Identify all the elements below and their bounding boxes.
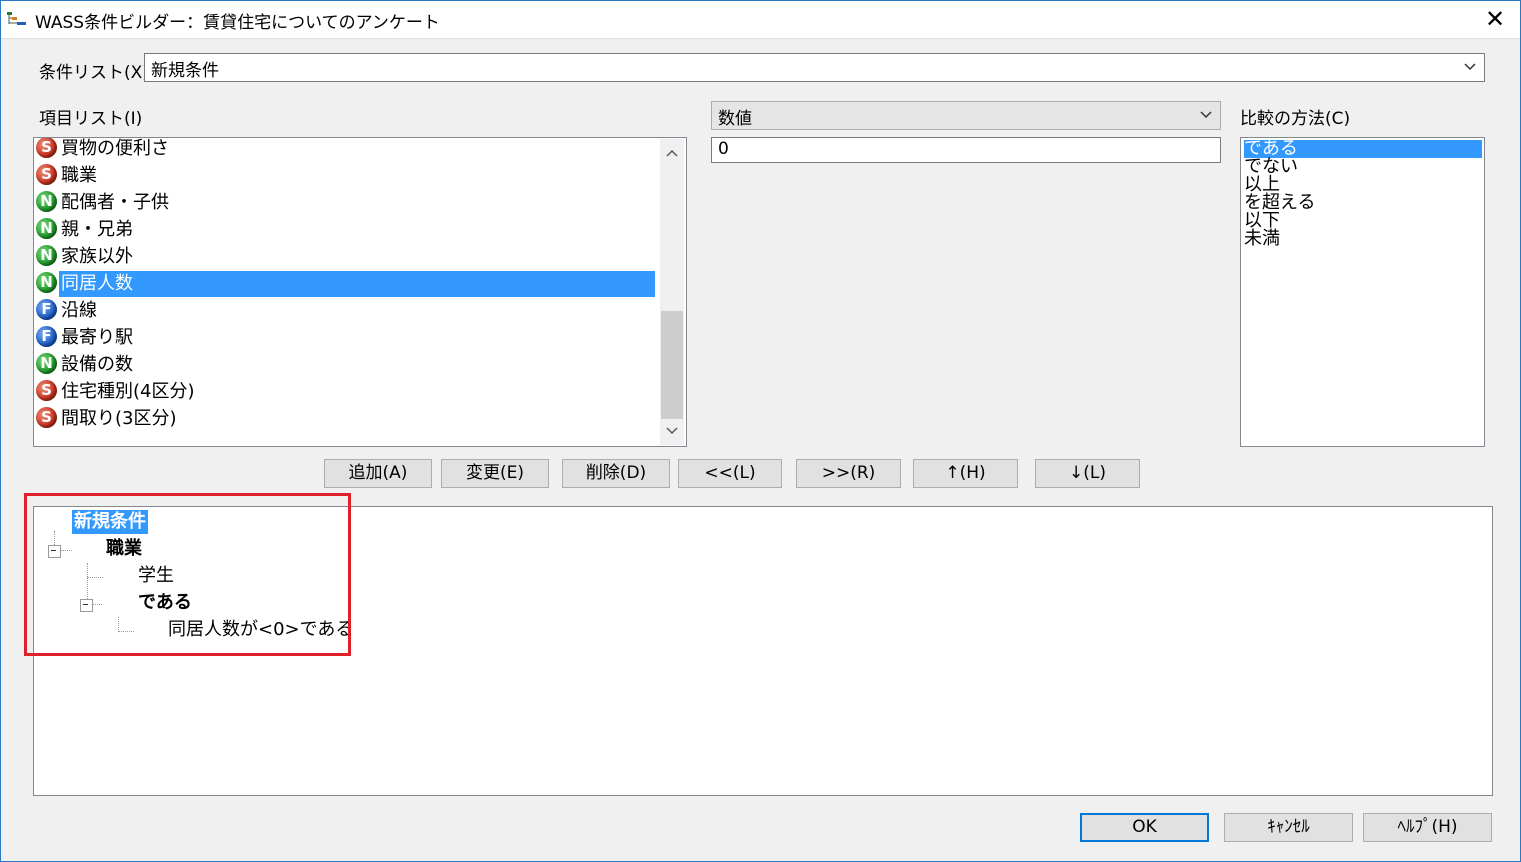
scroll-thumb[interactable]	[661, 311, 683, 419]
cancel-button[interactable]: ｷｬﾝｾﾙ	[1224, 813, 1353, 842]
list-item[interactable]: S 職業	[36, 163, 97, 190]
window-title: WASS条件ビルダー：賃貸住宅についてのアンケート	[35, 13, 440, 33]
list-item-label: 同居人数	[59, 271, 655, 297]
type-n-icon: N	[36, 191, 57, 212]
comparison-label: 比較の方法(C)	[1240, 109, 1351, 129]
comparison-list[interactable]: である でない 以上 を超える 以下 未満	[1240, 137, 1485, 447]
list-item-label: 住宅種別(4区分)	[61, 381, 195, 402]
list-item[interactable]: S 住宅種別(4区分)	[36, 379, 195, 406]
condition-list-combo[interactable]: 新規条件	[144, 53, 1485, 82]
title-bar: WASS条件ビルダー：賃貸住宅についてのアンケート ✕	[0, 0, 1521, 39]
condition-list-label: 条件リスト(X)	[39, 63, 149, 83]
highlight-box	[24, 493, 351, 656]
type-n-icon: N	[36, 245, 57, 266]
list-item[interactable]: N 親・兄弟	[36, 217, 133, 244]
chevron-down-icon	[1464, 63, 1476, 71]
close-icon[interactable]: ✕	[1478, 4, 1512, 34]
help-button[interactable]: ﾍﾙﾌﾟ(H)	[1363, 813, 1492, 842]
ok-button[interactable]: OK	[1080, 813, 1209, 842]
type-f-icon: F	[36, 326, 57, 347]
item-list[interactable]: S 買物の便利さ S 職業 N 配偶者・子供 N 親・兄弟 N 家族以外 N 同居人数 F 沿線 F 最寄り駅…	[33, 137, 687, 447]
type-s-icon: S	[36, 407, 57, 428]
list-item-label: 最寄り駅	[61, 327, 133, 348]
add-button[interactable]: 追加(A)	[324, 459, 432, 488]
move-down-button[interactable]: ↓(L)	[1035, 459, 1140, 488]
list-item-label: 配偶者・子供	[61, 192, 169, 213]
left-button[interactable]: <<(L)	[678, 459, 782, 488]
value-type-value: 数値	[718, 109, 752, 129]
scroll-up-icon[interactable]	[664, 145, 680, 161]
list-item[interactable]: N 設備の数	[36, 352, 133, 379]
list-item-label: 間取り(3区分)	[61, 408, 177, 429]
list-item-label: 沿線	[61, 300, 97, 321]
type-s-icon: S	[36, 138, 57, 158]
type-n-icon: N	[36, 353, 57, 374]
value-input[interactable]: 0	[711, 137, 1221, 163]
condition-list-value: 新規条件	[151, 61, 219, 81]
chevron-down-icon	[1200, 111, 1212, 119]
right-button[interactable]: >>(R)	[796, 459, 901, 488]
change-button[interactable]: 変更(E)	[441, 459, 549, 488]
item-list-label: 項目リスト(I)	[39, 109, 143, 129]
scroll-down-icon[interactable]	[664, 423, 680, 439]
list-item-label: 職業	[61, 165, 97, 186]
list-item-label: 親・兄弟	[61, 219, 133, 240]
list-item-label: 設備の数	[61, 354, 133, 375]
list-item[interactable]: S 買物の便利さ	[36, 138, 169, 163]
type-f-icon: F	[36, 299, 57, 320]
delete-button[interactable]: 削除(D)	[562, 459, 670, 488]
list-item[interactable]: F 沿線	[36, 298, 97, 325]
item-list-scrollbar[interactable]	[660, 139, 684, 445]
list-item-label: 家族以外	[61, 246, 133, 267]
move-up-button[interactable]: ↑(H)	[913, 459, 1018, 488]
list-item[interactable]: S 間取り(3区分)	[36, 406, 177, 433]
app-icon	[7, 12, 26, 25]
value-type-combo[interactable]: 数値	[711, 101, 1221, 130]
list-item[interactable]: N 家族以外	[36, 244, 133, 271]
list-item[interactable]: F 最寄り駅	[36, 325, 133, 352]
type-n-icon: N	[36, 272, 57, 293]
list-item-label: 買物の便利さ	[61, 138, 169, 159]
type-s-icon: S	[36, 380, 57, 401]
type-s-icon: S	[36, 164, 57, 185]
type-n-icon: N	[36, 218, 57, 239]
comparison-option[interactable]: 未満	[1244, 230, 1280, 248]
list-item[interactable]: N 配偶者・子供	[36, 190, 169, 217]
list-item[interactable]: N 同居人数	[36, 271, 655, 298]
